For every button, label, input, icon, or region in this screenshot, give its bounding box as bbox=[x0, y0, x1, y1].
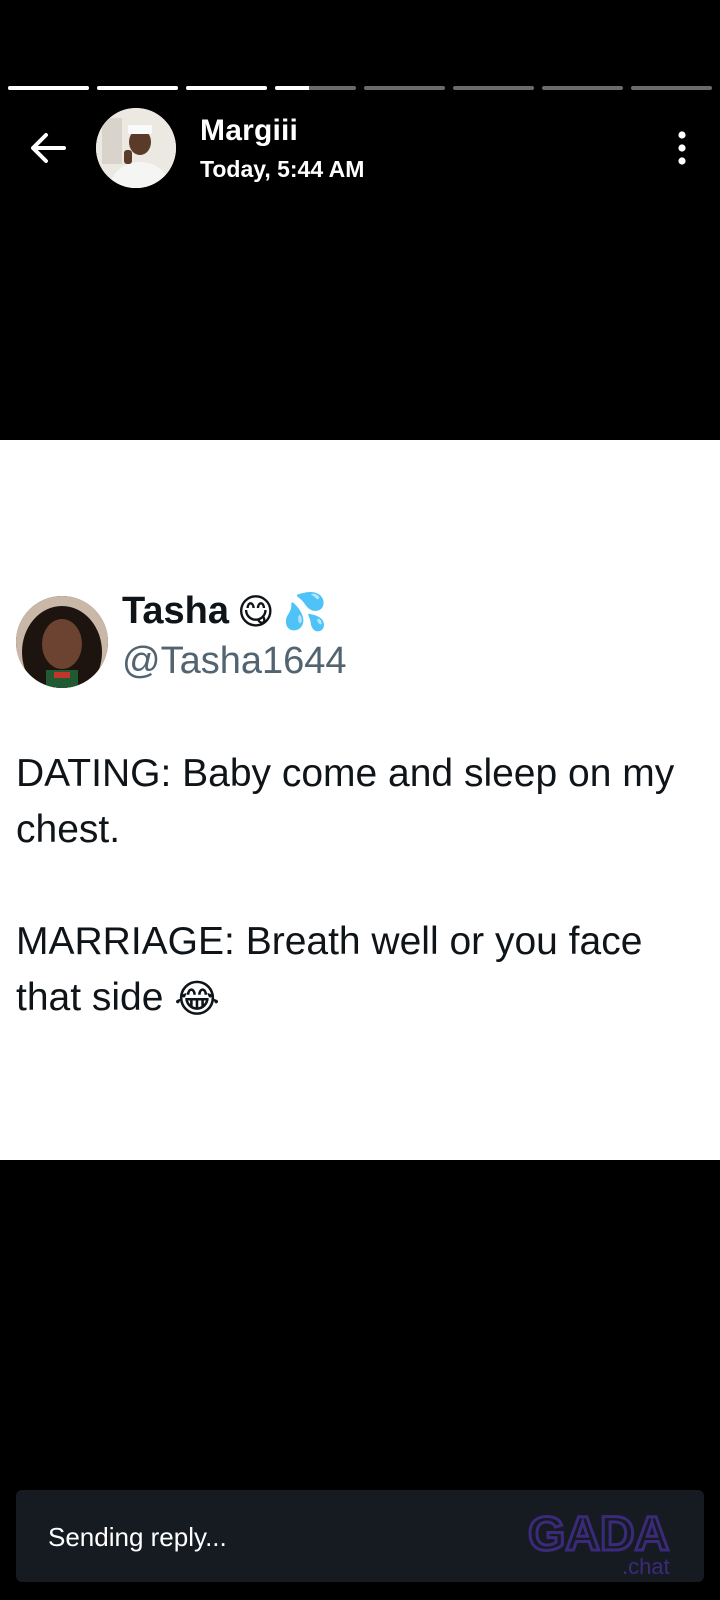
more-options-button[interactable] bbox=[672, 128, 692, 168]
tweet-avatar bbox=[16, 596, 108, 688]
story-header: Margiii Today, 5:44 AM bbox=[0, 106, 720, 190]
tweet-line-marriage-text: MARRIAGE: Breath well or you face that s… bbox=[16, 920, 643, 1019]
arrow-left-icon bbox=[31, 133, 66, 163]
tweet-text: DATING: Baby come and sleep on my chest.… bbox=[16, 746, 706, 1084]
progress-segment-2 bbox=[97, 86, 178, 90]
progress-segment-7 bbox=[542, 86, 623, 90]
tweet-profile-photo bbox=[16, 596, 108, 688]
story-author-name: Margiii bbox=[200, 114, 299, 147]
story-timestamp: Today, 5:44 AM bbox=[200, 156, 365, 182]
progress-segment-1 bbox=[8, 86, 89, 90]
avatar[interactable] bbox=[96, 108, 176, 188]
tweet-line-marriage: MARRIAGE: Breath well or you face that s… bbox=[16, 914, 706, 1028]
reply-bar[interactable]: Sending reply... GADA .chat bbox=[16, 1490, 704, 1582]
progress-segment-6 bbox=[453, 86, 534, 90]
story-progress bbox=[8, 86, 712, 90]
back-button[interactable] bbox=[28, 128, 68, 168]
progress-segment-4 bbox=[275, 86, 356, 90]
tweet-name-text: Tasha bbox=[122, 590, 230, 632]
tweet-display-name: Tasha 😋 💦 bbox=[122, 590, 327, 633]
sweat-droplets-emoji-icon: 💦 bbox=[282, 590, 328, 632]
reply-status-text: Sending reply... bbox=[48, 1522, 227, 1552]
tweet-line-dating: DATING: Baby come and sleep on my chest. bbox=[16, 752, 675, 851]
progress-segment-8 bbox=[631, 86, 712, 90]
progress-segment-3 bbox=[186, 86, 267, 90]
more-vertical-icon bbox=[678, 131, 686, 165]
tweet-handle: @Tasha1644 bbox=[122, 640, 347, 682]
progress-segment-5 bbox=[364, 86, 445, 90]
laughing-tears-emoji-icon: 😂 bbox=[174, 977, 220, 1021]
tweet-card: Tasha 😋 💦 @Tasha1644 DATING: Baby come a… bbox=[0, 440, 720, 1160]
profile-photo bbox=[96, 108, 176, 188]
yum-face-emoji-icon: 😋 bbox=[237, 590, 275, 632]
gada-chat-watermark-logo: GADA .chat bbox=[527, 1507, 671, 1579]
watermark-suffix: .chat bbox=[622, 1554, 670, 1578]
